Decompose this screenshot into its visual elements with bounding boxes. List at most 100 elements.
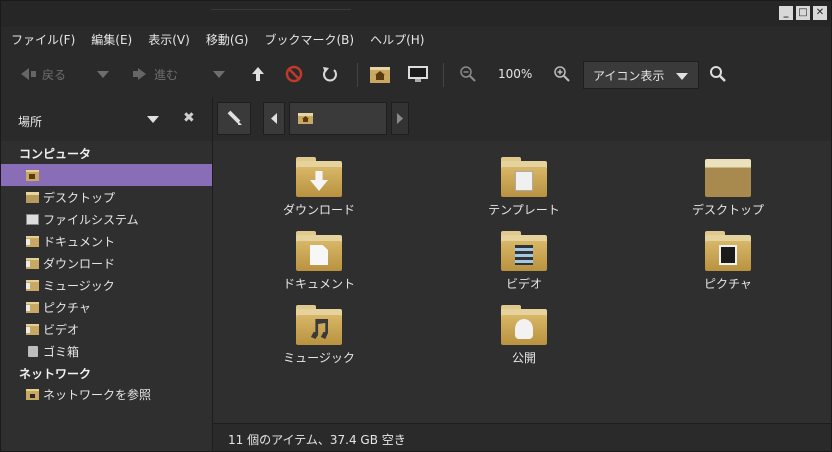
back-button[interactable]: 戻る <box>21 64 66 84</box>
computer-button[interactable] <box>407 64 429 84</box>
sidebar-item-label: ネットワークを参照 <box>43 387 152 402</box>
menu-go[interactable]: 移動(G) <box>206 31 249 48</box>
sidebar-item-label: ビデオ <box>43 322 80 337</box>
sidebar-item-desktop[interactable]: デスクトップ <box>1 186 212 208</box>
up-arrow-icon <box>252 67 264 81</box>
home-folder-icon <box>298 113 313 124</box>
status-bar: 11 個のアイテム、37.4 GB 空き <box>213 423 831 451</box>
close-icon[interactable]: ✖ <box>183 110 195 126</box>
file-view: ダウンロード テンプレート デスクトップ ドキュメント ビデオ ピクチャ ミュー… <box>213 141 831 423</box>
sidebar-item-filesystem[interactable]: ファイルシステム <box>1 208 212 230</box>
sidebar-item-music[interactable]: ミュージック <box>1 274 212 296</box>
desktop-folder-icon <box>705 157 751 197</box>
file-item-public[interactable]: 公開 <box>464 305 584 366</box>
monitor-icon <box>408 66 428 82</box>
back-arrow-tail-icon <box>31 71 36 77</box>
zoom-out-icon <box>460 66 476 82</box>
stop-button[interactable] <box>285 64 303 84</box>
toolbar: 戻る 進む 100% アイコン表示 <box>1 51 831 98</box>
chevron-down-icon <box>97 70 109 78</box>
menu-edit[interactable]: 編集(E) <box>91 31 132 48</box>
sidebar-section-network: ネットワーク <box>19 367 92 381</box>
network-folder-icon <box>26 388 39 400</box>
menu-bookmarks[interactable]: ブックマーク(B) <box>264 31 354 48</box>
chevron-right-icon <box>397 113 403 124</box>
file-item-videos[interactable]: ビデオ <box>464 231 584 292</box>
toolbar-separator <box>443 63 444 87</box>
forward-history-dropdown[interactable] <box>213 64 225 84</box>
sidebar-item-label: ミュージック <box>43 278 115 293</box>
sidebar-item-label: ダウンロード <box>43 256 116 271</box>
file-item-music[interactable]: ミュージック <box>259 305 379 366</box>
zoom-level: 100% <box>498 67 533 81</box>
home-button[interactable] <box>369 64 391 84</box>
view-mode-select[interactable]: アイコン表示 <box>583 61 699 89</box>
documents-folder-icon <box>296 231 342 271</box>
menu-view[interactable]: 表示(V) <box>148 31 190 48</box>
back-history-dropdown[interactable] <box>97 64 109 84</box>
pictures-folder-icon <box>26 301 39 313</box>
minimize-button[interactable]: _ <box>779 6 793 20</box>
home-folder-icon <box>26 169 39 181</box>
sidebar-item-network[interactable]: ネットワークを参照 <box>1 383 212 405</box>
forward-label: 進む <box>154 67 179 82</box>
videos-folder-icon <box>26 323 39 335</box>
desktop-icon <box>26 191 39 203</box>
file-item-templates[interactable]: テンプレート <box>464 157 584 218</box>
music-folder-icon <box>26 279 39 291</box>
menu-help[interactable]: ヘルプ(H) <box>370 31 424 48</box>
path-scroll-left[interactable] <box>263 102 285 135</box>
forward-button[interactable]: 進む <box>133 64 178 84</box>
downloads-folder-icon <box>26 257 39 269</box>
file-item-label: ダウンロード <box>282 203 355 217</box>
reload-button[interactable] <box>321 64 339 84</box>
sidebar-item-label: ファイルシステム <box>43 212 139 227</box>
pencil-icon <box>227 110 242 125</box>
sidebar-item-home[interactable] <box>1 164 212 186</box>
maximize-button[interactable]: □ <box>796 6 810 20</box>
parent-folder-button[interactable] <box>251 64 265 84</box>
search-button[interactable] <box>709 64 727 84</box>
sidebar-item-trash[interactable]: ゴミ箱 <box>1 340 212 362</box>
sidebar-item-label: ゴミ箱 <box>43 344 80 359</box>
sidebar-type-dropdown[interactable] <box>147 116 159 123</box>
title-bar[interactable]: _ □ ✕ <box>1 1 831 27</box>
file-item-pictures[interactable]: ピクチャ <box>668 231 788 292</box>
sidebar: 場所 ✖ コンピュータ デスクトップ ファイルシステム ドキュメント ダウンロー… <box>1 97 213 451</box>
sidebar-item-documents[interactable]: ドキュメント <box>1 230 212 252</box>
path-button-home[interactable] <box>289 102 387 135</box>
public-folder-icon <box>501 305 547 345</box>
filesystem-icon <box>26 213 39 225</box>
file-item-label: デスクトップ <box>691 203 764 217</box>
back-label: 戻る <box>42 67 67 82</box>
trash-icon <box>28 345 38 357</box>
file-item-label: ピクチャ <box>704 277 752 291</box>
videos-folder-icon <box>501 231 547 271</box>
sidebar-item-downloads[interactable]: ダウンロード <box>1 252 212 274</box>
zoom-out-button[interactable] <box>459 64 477 84</box>
back-arrow-icon <box>21 68 29 80</box>
menu-file[interactable]: ファイル(F) <box>11 31 75 48</box>
file-item-downloads[interactable]: ダウンロード <box>259 157 379 218</box>
sidebar-header: 場所 ✖ <box>1 97 212 141</box>
sidebar-title: 場所 <box>18 115 43 129</box>
forward-arrow-icon <box>138 68 146 80</box>
documents-folder-icon <box>26 235 39 247</box>
sidebar-item-videos[interactable]: ビデオ <box>1 318 212 340</box>
file-item-label: 公開 <box>511 351 536 365</box>
sidebar-item-label: デスクトップ <box>43 190 116 205</box>
sidebar-item-pictures[interactable]: ピクチャ <box>1 296 212 318</box>
toolbar-separator <box>357 63 358 87</box>
chevron-down-icon <box>213 70 225 78</box>
file-item-label: ビデオ <box>505 277 542 291</box>
file-item-desktop[interactable]: デスクトップ <box>668 157 788 218</box>
location-entry-toggle[interactable] <box>217 102 251 135</box>
chevron-down-icon <box>676 73 688 80</box>
music-folder-icon <box>296 305 342 345</box>
title-bar-grip <box>211 9 351 10</box>
zoom-in-button[interactable] <box>553 64 571 84</box>
path-scroll-right[interactable] <box>391 102 409 135</box>
stop-icon <box>285 65 303 83</box>
close-window-button[interactable]: ✕ <box>813 6 827 20</box>
file-item-documents[interactable]: ドキュメント <box>259 231 379 292</box>
